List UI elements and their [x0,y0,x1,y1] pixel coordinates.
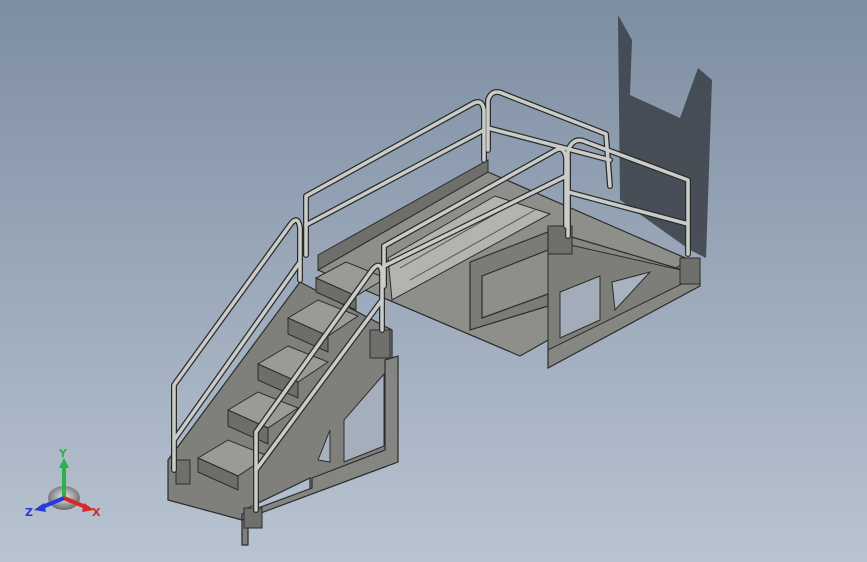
bracket [679,257,701,285]
bracket [175,459,191,485]
triad-x-label: X [92,506,101,519]
bracket [243,507,263,529]
graphics-viewport[interactable]: Y X Z [0,0,867,562]
platform-end-handrail [485,89,613,189]
bracket [369,329,391,359]
triad-y-label: Y [58,447,68,460]
model-view[interactable] [0,0,867,562]
triad-z-label: Z [25,506,33,519]
triad-z-arrow [34,503,46,512]
orientation-triad[interactable]: Y X Z [24,446,104,526]
model-shadow [618,15,712,258]
platform-end-handrail-face [486,90,612,188]
